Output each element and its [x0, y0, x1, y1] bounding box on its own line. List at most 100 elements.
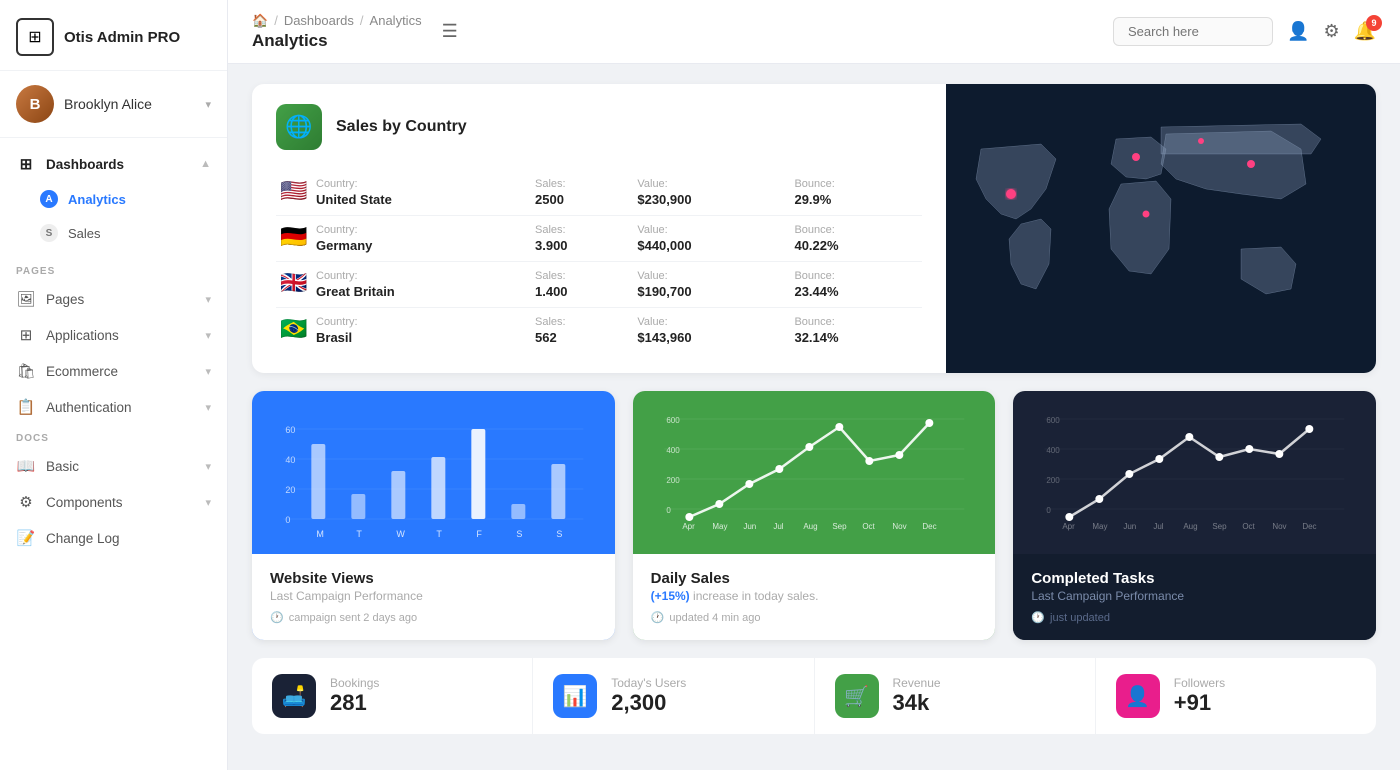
svg-text:40: 40 — [285, 455, 295, 465]
svg-text:60: 60 — [285, 425, 295, 435]
content-area: 🌐 Sales by Country 🇺🇸 Country: United St… — [228, 64, 1400, 770]
stat-value: 281 — [330, 690, 379, 716]
settings-icon[interactable]: ⚙ — [1323, 21, 1339, 42]
authentication-icon: 📋 — [16, 398, 36, 416]
svg-text:200: 200 — [1047, 476, 1061, 485]
breadcrumb-sep1: / — [274, 13, 278, 28]
sidebar-item-basic-label: Basic — [46, 459, 79, 474]
sidebar-item-dashboards-label: Dashboards — [46, 157, 124, 172]
svg-text:Oct: Oct — [862, 522, 875, 531]
topbar: 🏠 / Dashboards / Analytics Analytics ☰ 👤… — [228, 0, 1400, 64]
svg-text:Sep: Sep — [1213, 522, 1228, 531]
map-dot-russia — [1198, 138, 1204, 144]
pages-chevron-icon: ▾ — [205, 293, 211, 306]
sidebar-item-sales[interactable]: S Sales — [0, 216, 227, 250]
sidebar-logo: ⊞ Otis Admin PRO — [0, 0, 227, 71]
table-row: 🇺🇸 Country: United State Sales: 2500 Val… — [276, 170, 922, 216]
completed-tasks-chart: 600 400 200 0 — [1031, 409, 1358, 549]
breadcrumb-current: Analytics — [370, 13, 422, 28]
svg-text:M: M — [316, 529, 324, 539]
sales-table-area: 🌐 Sales by Country 🇺🇸 Country: United St… — [252, 84, 946, 373]
svg-text:Dec: Dec — [1303, 522, 1317, 531]
breadcrumb-dashboards: Dashboards — [284, 13, 354, 28]
stat-value: 2,300 — [611, 690, 686, 716]
dashboards-chevron-icon: ▲ — [200, 158, 211, 170]
clock-icon-daily: 🕐 — [651, 611, 665, 624]
svg-text:F: F — [476, 529, 482, 539]
breadcrumb-sep2: / — [360, 13, 364, 28]
notifications-icon[interactable]: 🔔 9 — [1354, 21, 1376, 42]
svg-text:400: 400 — [666, 446, 680, 455]
user-chevron-icon: ▾ — [205, 98, 211, 111]
sidebar-item-dashboards[interactable]: ⊞ Dashboards ▲ — [0, 146, 227, 182]
map-dot-africa — [1143, 210, 1150, 217]
svg-text:20: 20 — [285, 485, 295, 495]
sidebar-item-changelog-label: Change Log — [46, 531, 120, 546]
completed-tasks-subtitle: Last Campaign Performance — [1031, 589, 1358, 603]
website-views-meta: 🕐 campaign sent 2 days ago — [270, 611, 597, 624]
sidebar: ⊞ Otis Admin PRO B Brooklyn Alice ▾ ⊞ Da… — [0, 0, 228, 770]
stat-value: 34k — [893, 690, 941, 716]
svg-text:Jul: Jul — [1154, 522, 1164, 531]
completed-tasks-card: 600 400 200 0 — [1013, 391, 1376, 640]
svg-text:Apr: Apr — [682, 522, 695, 531]
svg-text:0: 0 — [1047, 506, 1052, 515]
svg-text:T: T — [436, 529, 442, 539]
world-map-area — [946, 84, 1376, 373]
docs-section-label: DOCS — [0, 425, 227, 448]
ecommerce-icon: 🛍 — [16, 362, 36, 380]
sidebar-item-components[interactable]: ⚙ Components ▾ — [0, 484, 227, 520]
sidebar-item-authentication[interactable]: 📋 Authentication ▾ — [0, 389, 227, 425]
sidebar-user[interactable]: B Brooklyn Alice ▾ — [0, 71, 227, 138]
clock-icon: 🕐 — [270, 611, 284, 624]
stat-card: 👤 Followers +91 — [1096, 658, 1376, 734]
stat-card: 🛒 Revenue 34k — [815, 658, 1096, 734]
world-map-svg — [951, 119, 1371, 339]
svg-text:S: S — [556, 529, 562, 539]
svg-text:May: May — [712, 522, 727, 531]
svg-text:Apr: Apr — [1063, 522, 1076, 531]
sidebar-item-changelog[interactable]: 📝 Change Log — [0, 520, 227, 556]
sidebar-item-ecommerce[interactable]: 🛍 Ecommerce ▾ — [0, 353, 227, 389]
svg-text:Jun: Jun — [1124, 522, 1137, 531]
sidebar-item-basic[interactable]: 📖 Basic ▾ — [0, 448, 227, 484]
analytics-dot: A — [40, 190, 58, 208]
notification-badge: 9 — [1366, 15, 1382, 31]
pages-icon: 🖼 — [16, 290, 36, 308]
daily-sales-chart-area: 600 400 200 0 — [633, 391, 996, 554]
svg-text:S: S — [516, 529, 522, 539]
website-views-chart: 60 40 20 0 M T — [270, 409, 597, 549]
stat-icon: 🛒 — [835, 674, 879, 718]
stat-icon: 🛋️ — [272, 674, 316, 718]
website-views-chart-area: 60 40 20 0 M T — [252, 391, 615, 554]
user-profile-icon[interactable]: 👤 — [1287, 21, 1309, 42]
svg-text:Oct: Oct — [1243, 522, 1256, 531]
table-row: 🇧🇷 Country: Brasil Sales: 562 Value: $14… — [276, 308, 922, 354]
stat-value: +91 — [1174, 690, 1225, 716]
daily-sales-chart: 600 400 200 0 — [651, 409, 978, 549]
search-input[interactable] — [1113, 17, 1273, 46]
page-title: Analytics — [252, 31, 422, 51]
svg-text:0: 0 — [666, 506, 671, 515]
sales-by-country-card: 🌐 Sales by Country 🇺🇸 Country: United St… — [252, 84, 1376, 373]
sidebar-item-authentication-label: Authentication — [46, 400, 132, 415]
changelog-icon: 📝 — [16, 529, 36, 547]
sidebar-item-analytics-label: Analytics — [68, 192, 126, 207]
sales-header: 🌐 Sales by Country — [276, 104, 922, 150]
table-row: 🇩🇪 Country: Germany Sales: 3.900 Value: … — [276, 216, 922, 262]
nav-dashboards-section: ⊞ Dashboards ▲ A Analytics S Sales — [0, 138, 227, 258]
menu-icon[interactable]: ☰ — [442, 21, 458, 42]
stat-label: Today's Users — [611, 676, 686, 690]
stat-icon: 👤 — [1116, 674, 1160, 718]
globe-icon: 🌐 — [276, 104, 322, 150]
sidebar-item-ecommerce-label: Ecommerce — [46, 364, 118, 379]
sidebar-item-pages[interactable]: 🖼 Pages ▾ — [0, 281, 227, 317]
sidebar-item-components-label: Components — [46, 495, 123, 510]
svg-text:W: W — [396, 529, 405, 539]
sidebar-item-analytics[interactable]: A Analytics — [0, 182, 227, 216]
sidebar-item-applications-label: Applications — [46, 328, 119, 343]
svg-text:0: 0 — [285, 515, 290, 525]
sidebar-item-applications[interactable]: ⊞ Applications ▾ — [0, 317, 227, 353]
main-content: 🏠 / Dashboards / Analytics Analytics ☰ 👤… — [228, 0, 1400, 770]
completed-tasks-chart-area: 600 400 200 0 — [1013, 391, 1376, 554]
